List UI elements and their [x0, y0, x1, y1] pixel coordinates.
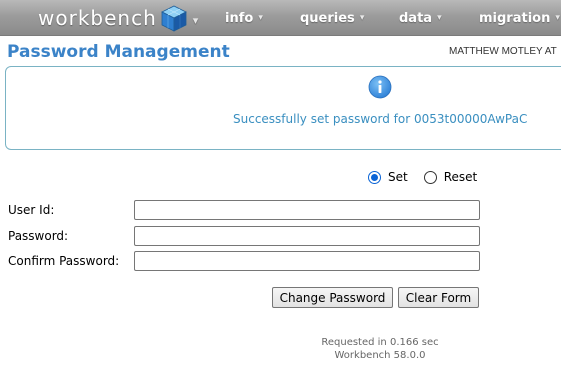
- info-icon: [368, 75, 392, 99]
- chevron-down-icon: ▾: [555, 13, 560, 23]
- password-label: Password:: [8, 229, 69, 243]
- confirm-password-label: Confirm Password:: [8, 254, 120, 268]
- confirm-password-input[interactable]: [134, 251, 480, 271]
- user-name: MATTHEW MOTLEY AT: [449, 46, 557, 57]
- nav-item-info[interactable]: info ▾: [225, 0, 263, 36]
- chevron-down-icon: ▾: [437, 13, 442, 23]
- chevron-down-icon: ▾: [359, 13, 365, 23]
- request-time: Requested in 0.166 sec: [321, 337, 439, 348]
- message-box: [5, 66, 561, 150]
- nav-item-label: data: [399, 10, 433, 26]
- page-title: Password Management: [7, 42, 230, 62]
- nav-item-label: info: [225, 10, 254, 26]
- success-message: Successfully set password for 0053t00000…: [233, 112, 528, 126]
- radio-reset[interactable]: [423, 170, 437, 184]
- user-id-label: User Id:: [8, 203, 55, 217]
- top-navbar: workbench ▾ info ▾ queries ▾ data ▾ migr…: [0, 0, 561, 36]
- radio-set[interactable]: [368, 170, 381, 184]
- radio-set-label[interactable]: Set: [388, 170, 408, 184]
- user-id-input[interactable]: [134, 200, 480, 220]
- cube-icon: [160, 5, 187, 32]
- brand-name: workbench: [38, 6, 157, 30]
- nav-item-label: migration: [479, 10, 551, 26]
- password-input[interactable]: [134, 226, 480, 246]
- radio-reset-label[interactable]: Reset: [444, 170, 478, 184]
- nav-item-queries[interactable]: queries ▾: [300, 0, 364, 36]
- mode-radio-group: Set Reset: [368, 168, 477, 186]
- chevron-down-icon: ▾: [192, 13, 200, 27]
- nav-item-migration[interactable]: migration ▾: [479, 0, 560, 36]
- clear-form-button[interactable]: Clear Form: [398, 287, 479, 308]
- change-password-button[interactable]: Change Password: [272, 287, 393, 308]
- chevron-down-icon: ▾: [258, 13, 263, 23]
- nav-item-label: queries: [300, 10, 355, 26]
- nav-item-data[interactable]: data ▾: [399, 0, 442, 36]
- version-text: Workbench 58.0.0: [334, 350, 426, 361]
- brand-logo[interactable]: workbench ▾: [38, 3, 199, 33]
